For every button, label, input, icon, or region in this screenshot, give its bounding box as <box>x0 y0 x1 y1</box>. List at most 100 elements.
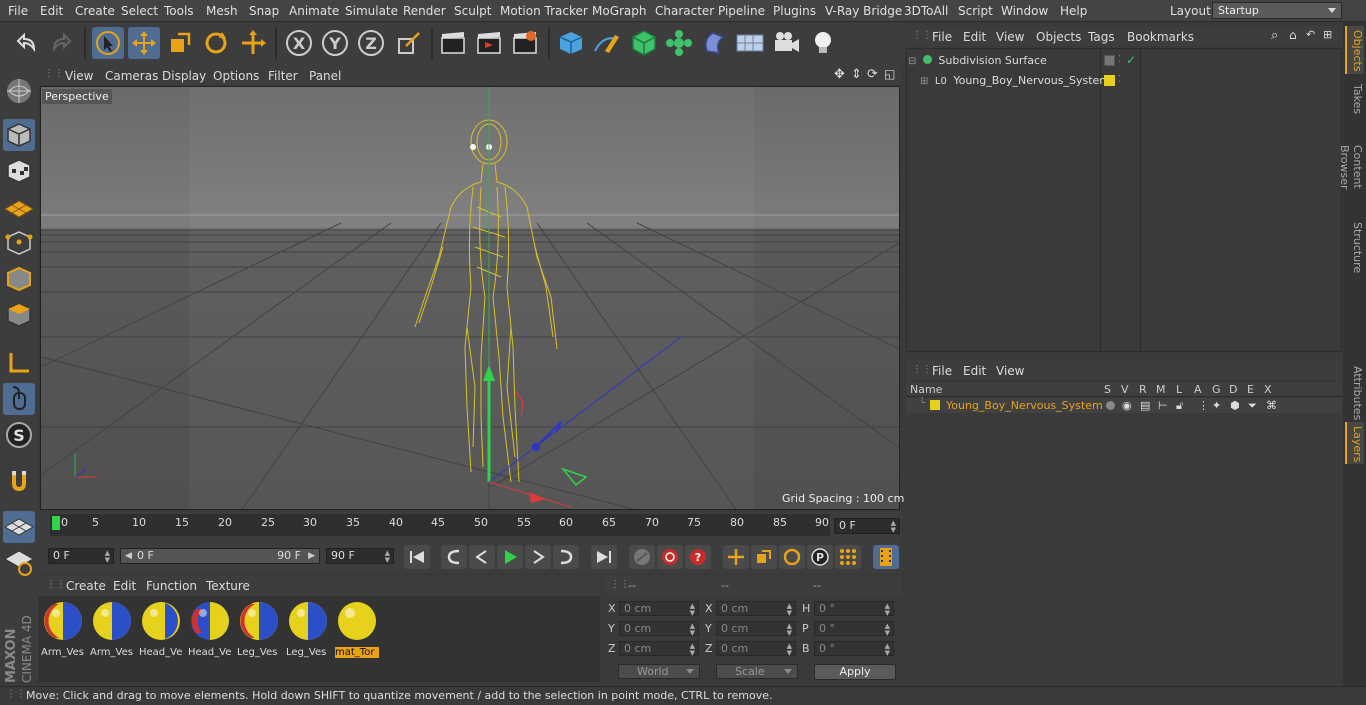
material-swatch[interactable]: Arm_Ves <box>41 599 85 658</box>
column-xref[interactable]: X <box>1264 383 1272 396</box>
render-picture-viewer-button[interactable] <box>473 27 505 59</box>
material-swatch[interactable]: Head_Ve <box>139 599 183 658</box>
search-icon[interactable]: ⌕ <box>1271 28 1278 43</box>
material-swatch-selected[interactable]: mat_Tor <box>335 599 379 658</box>
back-icon[interactable]: ↶ <box>1306 28 1315 41</box>
viewport-menu-display[interactable]: Display <box>162 69 206 83</box>
viewport-camera-label[interactable]: Perspective <box>42 89 112 104</box>
rotate-tool-button[interactable] <box>200 27 232 59</box>
left-arrow-icon[interactable]: ◀ <box>125 549 132 563</box>
key-pla-button[interactable] <box>835 545 861 569</box>
object-row-subdivision-surface[interactable]: ⊟ Subdivision Surface <box>908 54 1100 67</box>
size-z-field[interactable]: 0 cm ▲ ▼ <box>716 641 796 657</box>
snapping-button[interactable]: S <box>3 419 35 451</box>
menu-pipeline[interactable]: Pipeline <box>718 4 765 18</box>
column-generators[interactable]: G <box>1212 383 1221 396</box>
camera-object-button[interactable] <box>771 27 803 59</box>
polygons-mode-button[interactable] <box>3 299 35 331</box>
enabled-check-icon[interactable]: ✓ <box>1126 53 1136 67</box>
deformer-button[interactable] <box>699 27 731 59</box>
current-frame-field[interactable]: 0 F ▲ ▼ <box>834 518 900 534</box>
material-swatch[interactable]: Head_Ve <box>188 599 232 658</box>
next-key-button[interactable] <box>553 545 579 569</box>
column-expressions[interactable]: E <box>1247 383 1254 396</box>
x-axis-lock-button[interactable]: X <box>283 27 315 59</box>
viewport-menu-panel[interactable]: Panel <box>309 69 341 83</box>
previous-frame-button[interactable] <box>469 545 495 569</box>
menu-mograph[interactable]: MoGraph <box>592 4 647 18</box>
column-view[interactable]: V <box>1121 383 1129 396</box>
object-menu-bookmarks[interactable]: Bookmarks <box>1127 30 1194 44</box>
rotation-p-field[interactable]: 0 ° ▲ ▼ <box>814 621 894 637</box>
viewport-maximize-icon[interactable]: ◱ <box>884 67 895 81</box>
position-x-field[interactable]: 0 cm ▲ ▼ <box>619 601 699 617</box>
spinner-icon[interactable]: ▲ ▼ <box>885 643 890 657</box>
record-keys-button[interactable] <box>629 545 655 569</box>
visibility-dots-icon[interactable]: ⁚ <box>1118 54 1121 65</box>
layer-menu-view[interactable]: View <box>996 364 1024 378</box>
menu-mesh[interactable]: Mesh <box>206 4 238 18</box>
rotation-b-field[interactable]: 0 ° ▲ ▼ <box>814 641 894 657</box>
material-swatch[interactable]: Leg_Ves <box>286 599 330 658</box>
light-object-button[interactable] <box>807 27 839 59</box>
viewport-menu-options[interactable]: Options <box>213 69 259 83</box>
solo-toggle-icon[interactable] <box>1106 401 1115 410</box>
viewport-move-icon[interactable]: ✥ <box>834 67 845 82</box>
render-view-button[interactable] <box>437 27 469 59</box>
timeline-window-button[interactable] <box>873 545 899 569</box>
editor-visibility-icon[interactable] <box>1104 55 1115 66</box>
spinner-icon[interactable]: ▲ ▼ <box>690 643 695 657</box>
tab-layers[interactable]: Layers <box>1345 422 1364 464</box>
spinner-icon[interactable]: ▲ ▼ <box>787 623 792 637</box>
column-render[interactable]: R <box>1139 383 1147 396</box>
render-clapboard-icon[interactable]: ▤ <box>1140 399 1150 412</box>
object-menu-tags[interactable]: Tags <box>1088 30 1115 44</box>
animation-icon[interactable]: ⋮ <box>1198 399 1209 412</box>
viewport-menu-filter[interactable]: Filter <box>268 69 298 83</box>
playhead[interactable] <box>52 516 60 530</box>
key-parameter-button[interactable]: P <box>807 545 833 569</box>
column-solo[interactable]: S <box>1104 383 1111 396</box>
coordinate-space-select[interactable]: World <box>618 664 700 679</box>
menu-help[interactable]: Help <box>1060 4 1087 18</box>
keyframe-selection-button[interactable]: ? <box>685 545 711 569</box>
cube-object-button[interactable] <box>555 27 587 59</box>
material-menu-create[interactable]: Create <box>66 579 106 593</box>
tab-objects[interactable]: Objects <box>1345 26 1364 74</box>
column-name[interactable]: Name <box>910 383 942 396</box>
max-time-field[interactable]: 90 F ▲ ▼ <box>326 548 394 564</box>
material-swatch[interactable]: Leg_Ves <box>237 599 281 658</box>
magnet-button[interactable] <box>3 465 35 497</box>
spinner-icon[interactable]: ▲ ▼ <box>105 550 110 564</box>
manager-tree-icon[interactable]: ⊢ <box>1158 399 1168 412</box>
material-swatch[interactable]: Arm_Ves <box>90 599 134 658</box>
tweak-mode-button[interactable] <box>3 383 35 415</box>
material-menu-texture[interactable]: Texture <box>206 579 250 593</box>
workplane-lock-button[interactable] <box>3 511 35 543</box>
position-y-field[interactable]: 0 cm ▲ ▼ <box>619 621 699 637</box>
spinner-icon[interactable]: ▲ ▼ <box>891 520 896 534</box>
new-window-icon[interactable]: ⊞ <box>1323 28 1332 41</box>
menu-tools[interactable]: Tools <box>164 4 194 18</box>
material-menu-edit[interactable]: Edit <box>113 579 136 593</box>
column-locked[interactable]: L <box>1176 383 1182 396</box>
menu-3dtoall[interactable]: 3DToAll <box>904 4 948 18</box>
layer-menu-file[interactable]: File <box>932 364 952 378</box>
workplane-rotate-button[interactable] <box>3 547 35 579</box>
layer-color-swatch[interactable] <box>930 400 940 410</box>
object-menu-objects[interactable]: Objects <box>1036 30 1081 44</box>
eye-icon[interactable]: ◉ <box>1122 399 1132 412</box>
column-deformers[interactable]: D <box>1229 383 1237 396</box>
menu-animate[interactable]: Animate <box>289 4 339 18</box>
menu-snap[interactable]: Snap <box>249 4 279 18</box>
tab-content-browser[interactable]: Content Browser <box>1338 122 1364 212</box>
menu-character[interactable]: Character <box>655 4 714 18</box>
pen-spline-button[interactable] <box>591 27 623 59</box>
menu-edit[interactable]: Edit <box>40 4 63 18</box>
spinner-icon[interactable]: ▲ ▼ <box>690 603 695 617</box>
column-animation[interactable]: A <box>1194 383 1202 396</box>
tab-structure[interactable]: Structure <box>1345 218 1364 274</box>
object-menu-view[interactable]: View <box>996 30 1024 44</box>
menu-select[interactable]: Select <box>121 4 158 18</box>
scale-tool-button[interactable] <box>164 27 196 59</box>
